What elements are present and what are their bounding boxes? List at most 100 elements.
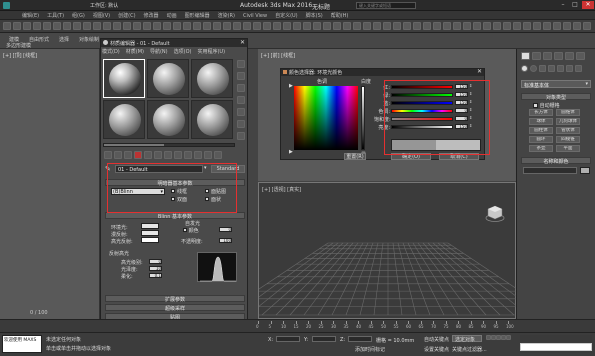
toolbar-button[interactable] [263,22,271,30]
assign-material-button[interactable] [124,151,132,159]
menu-item[interactable]: 渲染(R) [218,13,235,19]
toolbar-button[interactable] [83,22,91,30]
toolbar-button[interactable] [483,22,491,30]
channel-value[interactable]: 150 [455,92,468,97]
channel-slider[interactable] [391,85,453,89]
minimize-button[interactable]: – [558,1,568,9]
show-end-result-button[interactable] [194,151,202,159]
channel-slider[interactable] [391,93,453,97]
shader-option-checkbox[interactable]: 面贴图 [205,188,226,195]
z-coord-input[interactable] [348,336,372,342]
toolbar-button[interactable] [433,22,441,30]
toolbar-button[interactable] [253,22,261,30]
toolbar-button[interactable] [513,22,521,30]
channel-slider[interactable] [391,109,453,113]
spinner-icon[interactable]: ⇕ [469,115,472,120]
toolbar-button[interactable] [103,22,111,30]
object-type-button[interactable]: 几何球体 [556,118,580,125]
sample-slot[interactable] [103,59,145,98]
toolbar-button[interactable] [23,22,31,30]
toolbar-button[interactable] [323,22,331,30]
toolbar-button[interactable] [443,22,451,30]
autogrid-checkbox[interactable]: 自动栅格 [533,102,560,109]
toolbar-button[interactable] [193,22,201,30]
material-menu-item[interactable]: 模式(D) [102,49,120,55]
collapsed-rollout[interactable]: 超级采样 [105,304,245,312]
object-type-button[interactable]: 圆柱体 [529,127,553,134]
selection-set-dropdown[interactable]: 选定对象 [452,335,482,343]
ambient-swatch[interactable] [141,223,159,229]
gloss-value[interactable]: 10 [149,266,162,271]
toolbar-button[interactable] [373,22,381,30]
key-filters-button[interactable]: 关键点过滤器... [452,346,487,353]
color-picker-close-button[interactable]: ✕ [477,68,482,75]
toolbar-button[interactable] [33,22,41,30]
toolbar-button[interactable] [243,22,251,30]
checkbox-box[interactable] [205,189,209,193]
object-type-button[interactable]: 圆锥体 [556,109,580,116]
toolbar-button[interactable] [453,22,461,30]
material-type-button[interactable]: Standard [211,165,245,173]
hue-spectrum[interactable] [294,86,358,150]
channel-value[interactable]: 0 [455,116,468,121]
hue-pointer-icon[interactable]: ▶ [289,83,293,89]
menu-item[interactable]: 视图(V) [93,13,110,19]
uv-tiling-button[interactable] [237,96,245,104]
maxscript-listener[interactable]: 欢迎使用 MAXS [2,335,42,353]
backlight-button[interactable] [237,72,245,80]
toolbar-button[interactable] [463,22,471,30]
material-menu-item[interactable]: 导航(N) [150,49,168,55]
ribbon-tab[interactable]: 选择 [59,36,69,43]
toolbar-button[interactable] [493,22,501,30]
playback-controls[interactable] [486,335,516,342]
auto-key-button[interactable]: 自动关键点 [424,336,449,343]
channel-value[interactable]: 150 [455,100,468,105]
create-subtabs[interactable] [520,65,592,75]
blackness-pointer-icon[interactable]: ▶ [289,149,293,155]
spinner-icon[interactable]: ⇕ [469,123,472,128]
make-copy-button[interactable] [144,151,152,159]
toolbar-button[interactable] [223,22,231,30]
channel-slider[interactable] [391,117,453,121]
toolbar-button[interactable] [273,22,281,30]
toolbar-button[interactable] [93,22,101,30]
toolbar-button[interactable] [113,22,121,30]
ribbon-tab[interactable]: 自由形式 [29,36,49,43]
material-menu-item[interactable]: 选项(O) [174,49,192,55]
checkbox-box[interactable] [171,197,175,201]
collapsed-rollout[interactable]: 扩展参数 [105,295,245,303]
menu-item[interactable]: 工具(T) [47,13,64,19]
material-menu-item[interactable]: 实用程序(U) [197,49,225,55]
material-name-dropdown[interactable]: ▾ [204,165,207,171]
toolbar-button[interactable] [533,22,541,30]
toolbar-button[interactable] [143,22,151,30]
toolbar-button[interactable] [543,22,551,30]
x-coord-input[interactable] [276,336,300,342]
channel-slider[interactable] [391,101,453,105]
viewcube[interactable] [485,203,505,223]
spinner-icon[interactable]: ⇕ [469,107,472,112]
shader-dropdown[interactable]: (B)Blinn ▾ [111,188,165,195]
toolbar-button[interactable] [133,22,141,30]
toolbar-button[interactable] [553,22,561,30]
self-illum-color-checkbox[interactable]: 颜色 [183,227,199,234]
checkbox-box[interactable] [171,189,175,193]
toolbar-button[interactable] [53,22,61,30]
object-type-button[interactable]: 四棱锥 [556,136,580,143]
toolbar-button[interactable] [383,22,391,30]
maximize-button[interactable]: □ [570,1,580,9]
toolbar-button[interactable] [563,22,571,30]
toolbar-button[interactable] [353,22,361,30]
material-editor-close-button[interactable]: ✕ [240,39,245,46]
name-color-rollout[interactable]: 名称和颜色 [521,157,591,165]
toolbar-button[interactable] [413,22,421,30]
close-button[interactable]: ✕ [582,1,594,9]
toolbar-button[interactable] [203,22,211,30]
sample-slot[interactable] [147,59,189,98]
reset-button[interactable]: 重置(R) [344,153,366,160]
toolbar-button[interactable] [333,22,341,30]
add-time-tag[interactable]: 添加时间标记 [355,346,385,353]
toolbar-button[interactable] [183,22,191,30]
workspace-label[interactable]: 工作区: 默认 [90,2,118,9]
self-illum-value[interactable]: 0 [219,227,232,232]
